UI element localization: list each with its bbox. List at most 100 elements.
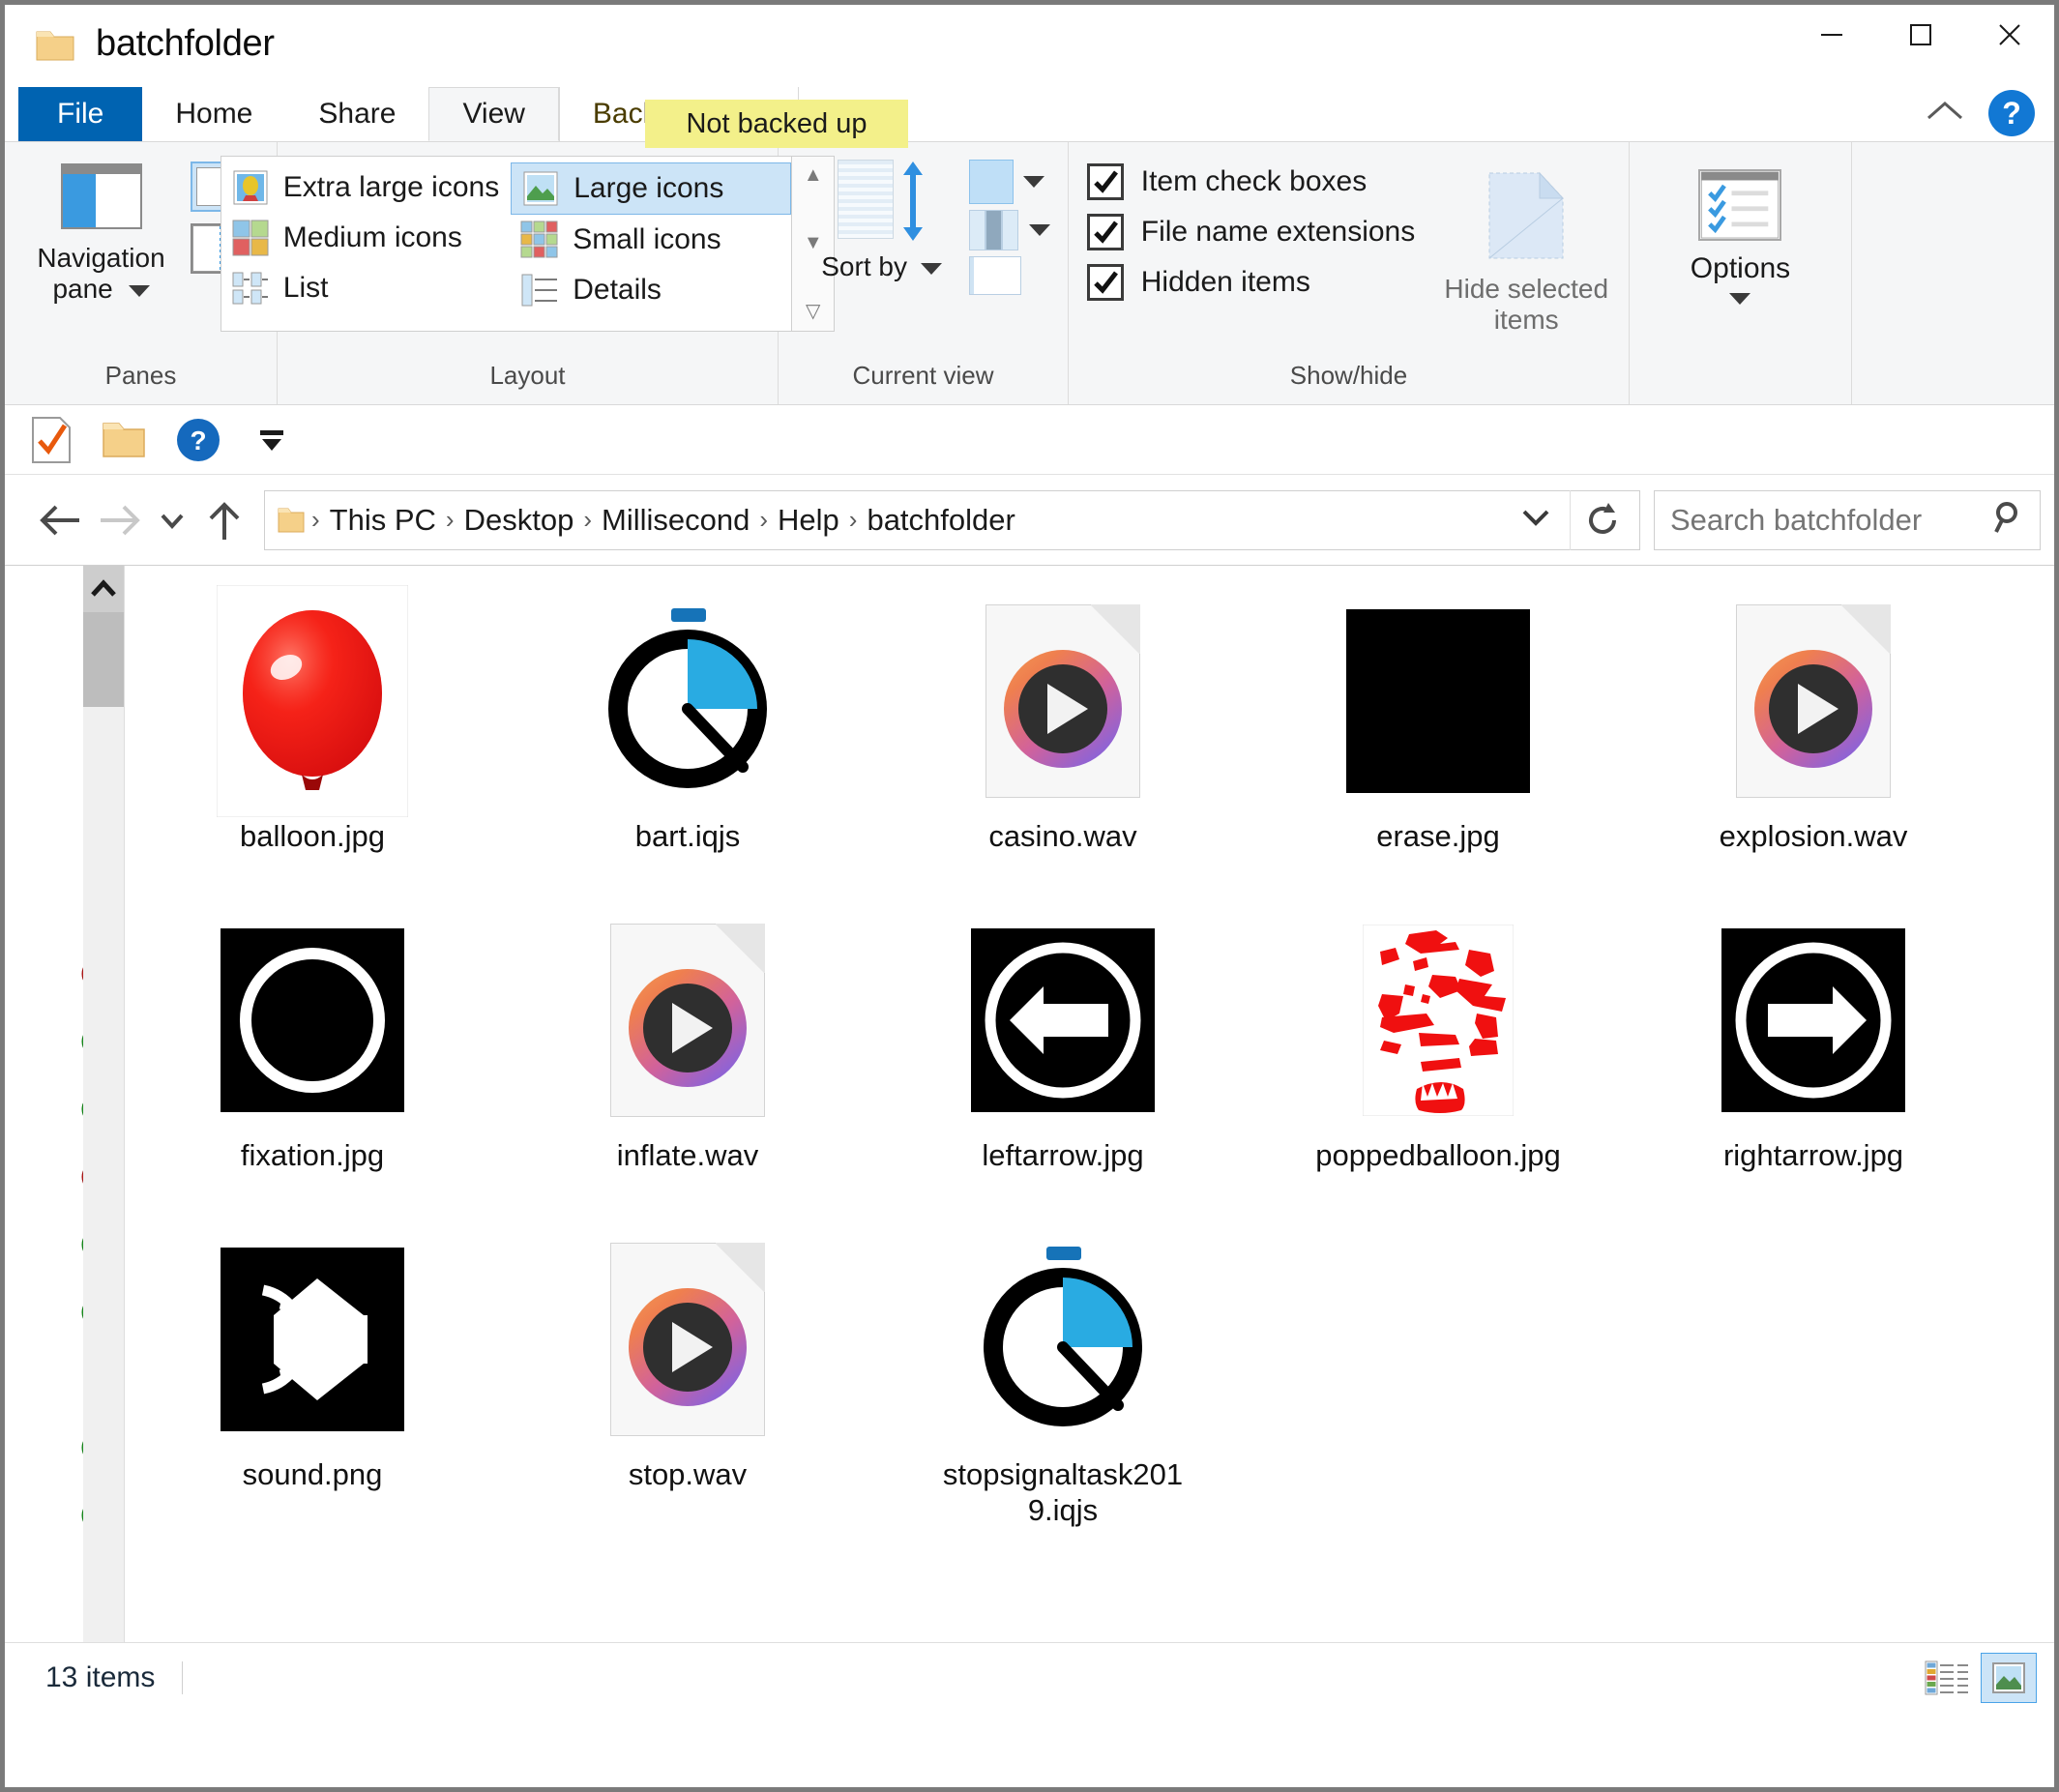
page-fold-icon [1090, 604, 1140, 655]
file-list[interactable]: balloon.jpg bart.iqjs casino.wav erase.j… [125, 566, 2054, 1712]
file-name: explosion.wav [1719, 819, 1908, 853]
media-file-icon [591, 924, 784, 1117]
help-icon[interactable]: ? [175, 417, 221, 463]
file-name: inflate.wav [616, 1138, 759, 1172]
file-item-leftarrow[interactable]: leftarrow.jpg [875, 910, 1250, 1229]
play-icon [672, 1321, 713, 1372]
scroll-up-icon[interactable] [83, 566, 124, 612]
navigation-pane[interactable] [5, 566, 125, 1712]
breadcrumb-item-batchfolder[interactable]: batchfolder [859, 503, 1022, 538]
chevron-down-icon[interactable] [128, 284, 150, 297]
extra-large-icons-icon [233, 170, 268, 205]
search-icon[interactable] [1991, 499, 2028, 541]
breadcrumb-item-this-pc[interactable]: This PC [322, 503, 444, 538]
breadcrumb-item-millisecond[interactable]: Millisecond [594, 503, 757, 538]
options-label: Options [1690, 252, 1791, 284]
checkbox-file-name-extensions[interactable]: File name extensions [1086, 214, 1415, 250]
collapse-ribbon-icon[interactable] [1923, 97, 1967, 131]
ribbon-group-layout: Extra large icons Medium icons List Larg… [220, 142, 836, 404]
checkbox-icon[interactable] [1086, 214, 1124, 250]
breadcrumb-item-help[interactable]: Help [770, 503, 847, 538]
chevron-down-icon[interactable] [1729, 293, 1751, 305]
file-name: casino.wav [988, 819, 1137, 853]
hide-items-icon [1488, 171, 1565, 259]
breadcrumb-separator: › [311, 505, 320, 534]
media-play-ring-icon [629, 968, 747, 1087]
layout-medium-icons[interactable]: Medium icons [221, 213, 511, 263]
file-item-casino[interactable]: casino.wav [875, 591, 1250, 910]
chevron-down-icon[interactable] [1022, 176, 1044, 188]
nav-pane-scroll-thumb[interactable] [83, 612, 124, 707]
tab-share[interactable]: Share [285, 87, 428, 141]
options-button[interactable]: Options [1691, 156, 1790, 305]
layout-large-icons[interactable]: Large icons [511, 162, 792, 215]
details-view-icon[interactable] [1919, 1653, 1975, 1703]
item-count-label: 13 items [45, 1660, 156, 1693]
layout-extra-large-icons[interactable]: Extra large icons [221, 162, 511, 213]
forward-arrow-icon[interactable] [90, 490, 150, 550]
navigation-pane-icon [60, 163, 142, 229]
file-name: stopsignaltask2019.iqjs [942, 1457, 1184, 1527]
customize-dropdown-icon[interactable] [250, 423, 293, 457]
media-play-ring-icon [1754, 649, 1872, 768]
page-fold-icon [715, 924, 765, 974]
file-item-rightarrow[interactable]: rightarrow.jpg [1626, 910, 2001, 1229]
nav-pane-scrollbar[interactable] [83, 566, 124, 1712]
close-icon[interactable] [1965, 5, 2054, 65]
breadcrumb[interactable]: › This PC › Desktop › Millisecond › Help… [264, 489, 1640, 550]
ribbon-group-options: Options [1630, 142, 1852, 404]
back-arrow-icon[interactable] [30, 490, 90, 550]
recent-locations-icon[interactable] [150, 490, 194, 550]
tab-file[interactable]: File [18, 87, 143, 141]
file-item-stopsignaltask2019[interactable]: stopsignaltask2019.iqjs [875, 1229, 1250, 1548]
file-item-bart[interactable]: bart.iqjs [500, 591, 875, 910]
chevron-down-icon[interactable] [1502, 505, 1570, 535]
search-input[interactable]: Search batchfolder [1654, 489, 2041, 550]
file-item-sound[interactable]: sound.png [125, 1229, 500, 1548]
large-icons-view-icon[interactable] [1981, 1652, 2037, 1703]
tab-home[interactable]: Home [142, 87, 285, 141]
file-item-erase[interactable]: erase.jpg [1250, 591, 1626, 910]
media-file-icon [591, 1243, 784, 1436]
navigation-pane-button[interactable]: Navigation pane [28, 156, 175, 305]
checkbox-item-check-boxes[interactable]: Item check boxes [1086, 163, 1415, 200]
file-item-explosion[interactable]: explosion.wav [1626, 591, 2001, 910]
layout-details[interactable]: Details [511, 265, 791, 315]
file-item-fixation[interactable]: fixation.jpg [125, 910, 500, 1229]
file-name: fixation.jpg [240, 1138, 385, 1172]
layout-small-icons[interactable]: Small icons [511, 215, 791, 265]
up-arrow-icon[interactable] [194, 490, 254, 550]
breadcrumb-separator: › [759, 505, 769, 534]
minimize-icon[interactable] [1787, 5, 1876, 65]
tab-view[interactable]: View [428, 87, 559, 141]
refresh-icon[interactable] [1570, 489, 1633, 550]
page-fold-icon [1840, 604, 1891, 655]
add-columns-button[interactable] [968, 210, 1050, 250]
layout-list[interactable]: List [221, 263, 511, 313]
sort-sheet-icon [837, 160, 894, 239]
file-item-poppedballoon[interactable]: poppedballoon.jpg [1250, 910, 1626, 1229]
new-folder-icon[interactable] [102, 420, 146, 460]
media-file-icon [1717, 604, 1910, 798]
page-fold-icon [715, 1243, 765, 1293]
file-item-balloon[interactable]: balloon.jpg [125, 585, 500, 910]
file-item-stop[interactable]: stop.wav [500, 1229, 875, 1548]
details-icon [521, 274, 558, 307]
svg-text:?: ? [190, 426, 206, 455]
size-all-columns-button[interactable] [968, 256, 1050, 295]
file-item-inflate[interactable]: inflate.wav [500, 910, 875, 1229]
checkbox-icon[interactable] [1086, 264, 1124, 301]
maximize-icon[interactable] [1876, 5, 1965, 65]
black-circle-image [216, 924, 409, 1117]
group-by-button[interactable] [968, 160, 1050, 204]
search-placeholder: Search batchfolder [1670, 502, 1923, 537]
breadcrumb-item-desktop[interactable]: Desktop [456, 503, 582, 538]
sort-by-button[interactable]: Sort by [818, 156, 946, 295]
group-label-panes: Panes [104, 361, 177, 390]
chevron-down-icon[interactable] [920, 262, 942, 275]
checkbox-icon[interactable] [1086, 163, 1124, 200]
checkbox-hidden-items[interactable]: Hidden items [1086, 264, 1415, 301]
chevron-down-icon[interactable] [1028, 224, 1050, 236]
help-icon[interactable]: ? [1988, 90, 2035, 136]
properties-icon[interactable] [30, 416, 73, 464]
